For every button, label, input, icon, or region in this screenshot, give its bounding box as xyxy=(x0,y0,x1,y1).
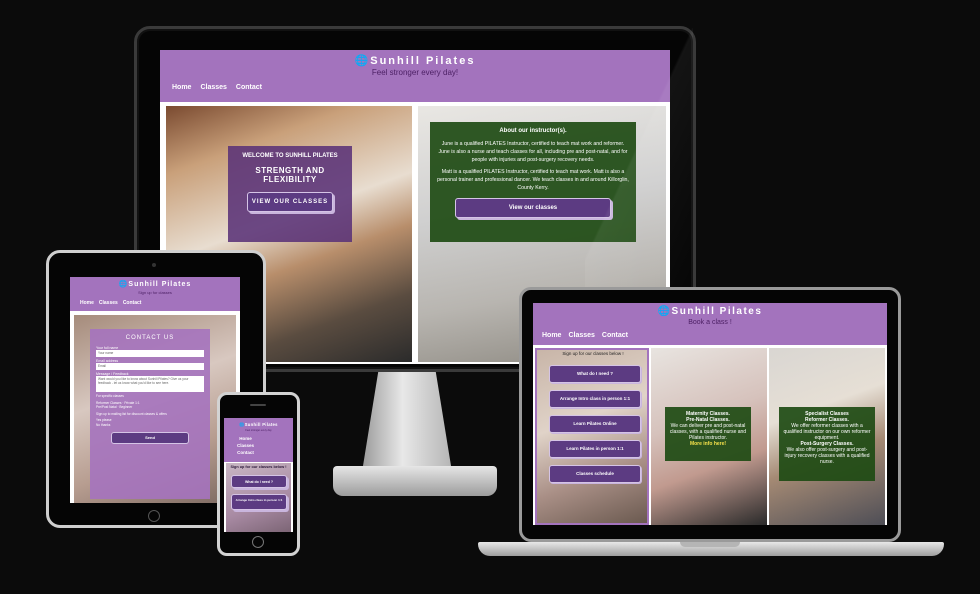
post-surgery-body: We also offer post-surgery and post-inju… xyxy=(784,447,870,465)
nav-contact[interactable]: Contact xyxy=(236,84,262,91)
phone-tagline: Feel stronger every day xyxy=(245,429,272,432)
email-field[interactable]: Email xyxy=(96,363,204,370)
desktop-header: 🌐Sunhill Pilates Feel stronger every day… xyxy=(160,50,670,102)
class-options[interactable]: Reformer Classes · Private 1:1 Pre/Post … xyxy=(96,401,204,410)
signup-options[interactable]: Yes please No thanks xyxy=(96,418,204,427)
phone-home-button xyxy=(252,536,264,548)
nav-classes[interactable]: Classes xyxy=(200,84,226,91)
about-title: About our instructor(s). xyxy=(499,128,567,134)
nav-home[interactable]: Home xyxy=(542,332,561,339)
nav-classes[interactable]: Classes xyxy=(568,332,594,339)
phone-header: 🌐Sunhill Pilates Feel stronger every day… xyxy=(224,418,293,462)
laptop-brand[interactable]: 🌐Sunhill Pilates xyxy=(533,306,887,317)
laptop-signup-heading: Sign up for our classes below ! xyxy=(562,351,624,356)
phone-signup-heading: Sign up for our classes below ! xyxy=(230,465,287,469)
nav-classes[interactable]: Classes xyxy=(99,300,118,306)
laptop-screen: 🌐Sunhill Pilates Book a class ! Home Cla… xyxy=(533,303,887,525)
tablet-screen: 🌐Sunhill Pilates Sign up for classes Hom… xyxy=(70,277,240,503)
about-june: June is a qualified PILATES Instructor, … xyxy=(438,141,628,163)
tablet-header: 🌐Sunhill Pilates Sign up for classes Hom… xyxy=(70,277,240,311)
learn-online-button[interactable]: Learn Pilates Online xyxy=(549,415,641,433)
option-private[interactable]: Private 1:1 xyxy=(124,401,139,405)
desktop-brand[interactable]: 🌐Sunhill Pilates xyxy=(160,54,670,67)
nav-contact[interactable]: Contact xyxy=(123,300,142,306)
nav-classes[interactable]: Classes xyxy=(237,443,254,449)
laptop-tagline: Book a class ! xyxy=(688,319,732,326)
brand-text: Sunhill Pilates xyxy=(671,306,763,317)
classes-schedule-button[interactable]: Classes schedule xyxy=(549,465,641,483)
tablet-home-button xyxy=(148,510,160,522)
tablet-brand[interactable]: 🌐Sunhill Pilates xyxy=(70,280,240,288)
laptop-nav: Home Classes Contact xyxy=(542,332,628,339)
option-prenatal[interactable]: Pre/Post Natal xyxy=(96,405,117,409)
option-yes[interactable]: Yes please xyxy=(96,418,111,422)
tablet-tagline: Sign up for classes xyxy=(138,290,172,295)
phone-nav: Home Classes Contact xyxy=(237,436,254,456)
nav-contact[interactable]: Contact xyxy=(602,332,628,339)
globe-icon: 🌐 xyxy=(657,306,672,317)
brand-text: Sunhill Pilates xyxy=(128,281,192,288)
phone-screen: 🌐Sunhill Pilates Feel stronger every day… xyxy=(224,418,293,532)
specify-label: For specific classes xyxy=(96,394,124,398)
phone-speaker xyxy=(250,404,266,406)
message-field[interactable]: Want would you like to know about Sunhil… xyxy=(96,376,204,392)
nav-home[interactable]: Home xyxy=(237,436,254,442)
globe-icon: 🌐 xyxy=(354,55,371,67)
view-classes-button[interactable]: VIEW OUR CLASSES xyxy=(247,192,333,212)
brand-text: Sunhill Pilates xyxy=(370,55,476,67)
view-our-classes-button[interactable]: View our classes xyxy=(455,198,611,218)
phone-brand[interactable]: 🌐Sunhill Pilates xyxy=(224,422,293,428)
arrange-intro-button[interactable]: Arrange Intro class in person 1:1 xyxy=(549,390,641,408)
what-do-i-need-button[interactable]: What do I need ? xyxy=(549,365,641,383)
learn-in-person-button[interactable]: Learn Pilates in person 1:1 xyxy=(549,440,641,458)
desktop-nav: Home Classes Contact xyxy=(172,84,262,91)
brand-text: Sunhill Pilates xyxy=(244,422,278,427)
maternity-body: We can deliver pre and post-natal classe… xyxy=(669,423,747,441)
arrange-intro-button[interactable]: Arrange Intro class in person 1:1 xyxy=(231,494,287,510)
tablet-nav: Home Classes Contact xyxy=(80,300,141,306)
nav-home[interactable]: Home xyxy=(172,84,191,91)
option-no[interactable]: No thanks xyxy=(96,423,110,427)
laptop-notch xyxy=(680,542,740,547)
tablet-camera xyxy=(152,263,156,267)
about-card: About our instructor(s). June is a quali… xyxy=(430,122,636,242)
welcome-heading: WELCOME TO SUNHILL PILATES xyxy=(242,153,338,159)
welcome-subheading: STRENGTH AND FLEXIBILITY xyxy=(255,166,325,184)
contact-form: CONTACT US Your full name Your name Emai… xyxy=(90,329,210,499)
desktop-tagline: Feel stronger every day! xyxy=(371,68,459,77)
option-beginner[interactable]: Beginner xyxy=(119,405,132,409)
send-button[interactable]: Send xyxy=(111,432,189,444)
maternity-card: Maternity Classes. Pre-Natal Classes. We… xyxy=(665,407,751,461)
specialist-card: Specialist Classes Reformer Classes. We … xyxy=(779,407,875,481)
monitor-base xyxy=(333,466,497,496)
signup-label: Sign up to mailing list for discount cla… xyxy=(96,411,167,416)
reformer-body: We offer reformer classes with a qualifi… xyxy=(783,423,871,441)
laptop-header: 🌐Sunhill Pilates Book a class ! Home Cla… xyxy=(533,303,887,345)
more-info-link[interactable]: More info here! xyxy=(668,441,748,447)
nav-home[interactable]: Home xyxy=(80,300,94,306)
about-matt: Matt is a qualified PILATES Instructor, … xyxy=(437,169,629,191)
what-do-i-need-button[interactable]: What do I need ? xyxy=(231,475,287,488)
option-reformer[interactable]: Reformer Classes xyxy=(96,401,122,405)
welcome-card: WELCOME TO SUNHILL PILATES STRENGTH AND … xyxy=(228,146,352,242)
monitor-stand xyxy=(362,372,452,472)
globe-icon: 🌐 xyxy=(118,281,129,288)
name-field[interactable]: Your name xyxy=(96,350,204,357)
contact-heading: CONTACT US xyxy=(125,335,175,341)
nav-contact[interactable]: Contact xyxy=(237,450,254,456)
